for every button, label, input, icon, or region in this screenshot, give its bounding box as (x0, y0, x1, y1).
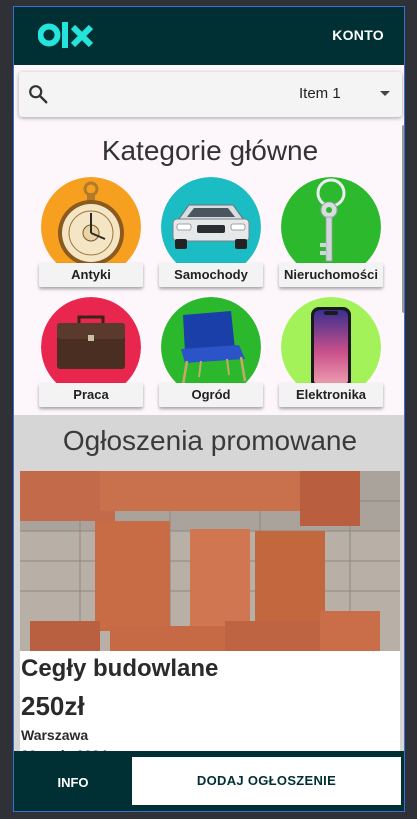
ad-image[interactable] (20, 471, 400, 651)
search-icon[interactable] (27, 83, 49, 105)
ad-card[interactable]: Cegły budowlane 250zł Warszawa 20 maja 2… (20, 471, 400, 771)
car-icon (161, 177, 261, 277)
category-image[interactable] (41, 177, 141, 277)
promoted-title: Ogłoszenia promowane (62, 425, 358, 456)
chevron-down-icon[interactable] (380, 91, 390, 96)
smartphone-icon (281, 297, 381, 397)
category-elektronika[interactable]: Elektronika (279, 297, 383, 412)
chair-icon (161, 297, 261, 397)
category-label[interactable]: Ogród (159, 383, 263, 407)
bottom-bar: INFO DODAJ OGŁOSZENIE (14, 751, 404, 811)
account-button[interactable]: KONTO (332, 27, 384, 43)
category-label[interactable]: Elektronika (279, 383, 383, 407)
category-label[interactable]: Antyki (39, 263, 143, 287)
category-praca[interactable]: Praca (39, 297, 143, 412)
category-image[interactable] (281, 297, 381, 397)
category-select-value[interactable]: Item 1 (299, 85, 341, 102)
category-image[interactable] (161, 297, 261, 397)
category-samochody[interactable]: Samochody (159, 177, 263, 292)
briefcase-icon (41, 297, 141, 397)
categories-title: Kategorie główne (101, 135, 319, 166)
top-app-bar: KONTO (14, 7, 404, 65)
bricks-photo (20, 471, 400, 651)
category-image[interactable] (281, 177, 381, 277)
category-nieruchomosci[interactable]: Nieruchomości (279, 177, 383, 292)
category-label[interactable]: Praca (39, 383, 143, 407)
olx-logo[interactable] (38, 19, 98, 51)
key-icon (281, 177, 381, 277)
category-label[interactable]: Nieruchomości (279, 263, 383, 287)
pocket-watch-icon (41, 177, 141, 277)
info-button[interactable]: INFO (14, 759, 132, 807)
app-screen: KONTO Item 1 Kategorie główne Antyki Sam… (13, 6, 405, 812)
ad-price: 250zł (21, 691, 85, 721)
category-ogrod[interactable]: Ogród (159, 297, 263, 412)
ad-title[interactable]: Cegły budowlane (21, 655, 218, 683)
ad-location: Warszawa (21, 727, 89, 743)
search-bar[interactable]: Item 1 (19, 72, 402, 117)
category-image[interactable] (161, 177, 261, 277)
add-listing-button[interactable]: DODAJ OGŁOSZENIE (132, 757, 401, 805)
category-antyki[interactable]: Antyki (39, 177, 143, 292)
category-label[interactable]: Samochody (159, 263, 263, 287)
category-image[interactable] (41, 297, 141, 397)
